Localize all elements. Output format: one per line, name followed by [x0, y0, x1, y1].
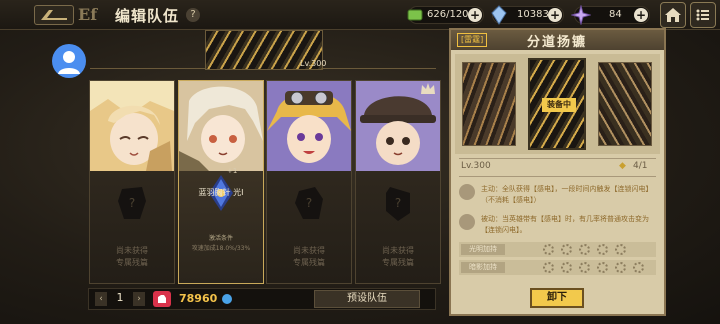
team-number: 1	[116, 291, 124, 304]
weapon-name: 分道扬镳	[527, 35, 588, 50]
effect-condition-value: 攻速加成18.0%/33%	[191, 245, 251, 252]
locked-equipment-icon: ?	[118, 187, 146, 219]
star-rank-icon: ◆	[619, 161, 626, 171]
menu-icon	[696, 9, 709, 21]
weapon-card-selected[interactable]: 装备中	[528, 58, 586, 150]
character-portrait	[267, 81, 351, 171]
weapon-level: Lv.300	[461, 161, 491, 171]
team-bar: ‹ 1 › 78960 预设队伍	[88, 288, 436, 310]
gear-icon	[579, 244, 590, 255]
gear-icon	[615, 262, 626, 273]
element-tag: [雷霆]	[457, 33, 488, 47]
equipment-slot-empty[interactable]: ? 尚未获得 专属残篇	[267, 171, 351, 283]
shadow-bonus-label: 暗影加持	[461, 262, 505, 273]
prev-team-button[interactable]: ‹	[95, 292, 107, 306]
active-skill-text: 主动：全队获得【感电】，一段时间内触发【连锁闪电】（不消耗【感电】）	[481, 185, 653, 204]
svg-text:?: ?	[129, 196, 135, 210]
slot-status-line1: 尚未获得	[116, 246, 148, 255]
equipment-name: 蓝羽胸针 光I	[198, 188, 244, 197]
weapon-card-option[interactable]	[598, 62, 652, 146]
effect-condition-label: 激活条件	[208, 235, 233, 242]
slot-status-line2: 专属残篇	[382, 258, 414, 267]
crystal-counter: 10383 +	[491, 5, 564, 25]
shadow-bonus-row: 暗影加持	[459, 260, 656, 275]
power-info-icon[interactable]	[222, 294, 232, 304]
weapon-card-carousel: 装备中	[455, 54, 660, 154]
top-bar: Ef 编辑队伍 ? 626/1200 + 10383 + 84 +	[0, 0, 720, 30]
back-button[interactable]	[34, 5, 74, 25]
svg-text:?: ?	[395, 196, 401, 210]
back-arrow-icon	[41, 10, 67, 20]
team-power-value: 78960	[179, 292, 218, 305]
add-star-crystal-button[interactable]: +	[634, 8, 648, 22]
equipment-enhance-level: +1	[227, 167, 238, 175]
gear-icon	[633, 262, 644, 273]
gear-icon	[597, 262, 608, 273]
star-crystal-icon	[571, 5, 591, 25]
add-stamina-button[interactable]: +	[468, 8, 482, 22]
light-bonus-row: 光明加持	[459, 242, 656, 257]
character-card-4[interactable]: ? 尚未获得 专属残篇	[355, 80, 441, 284]
character-card-2[interactable]: +1 蓝羽胸针 光I 激活条件 攻速加成18.0%/33%	[178, 80, 264, 284]
avatar[interactable]	[52, 44, 86, 78]
passive-skill-text: 被动：当英雄带有【感电】时，有几率将普通攻击变为【连锁闪电】。	[481, 215, 649, 234]
banner-level: Lv.300	[300, 59, 327, 68]
game-logo: Ef	[78, 5, 98, 24]
stamina-counter: 626/1200 +	[407, 6, 484, 24]
star-crystal-counter: 84 +	[571, 5, 650, 25]
preset-team-button[interactable]: 预设队伍	[314, 290, 420, 308]
equipment-slot-empty[interactable]: ? 尚未获得 专属残篇	[90, 171, 174, 283]
gear-icon	[561, 244, 572, 255]
character-portrait	[90, 81, 174, 171]
user-icon	[58, 51, 80, 74]
slot-status-line1: 尚未获得	[382, 246, 414, 255]
active-skill-icon	[459, 184, 475, 200]
help-icon[interactable]: ?	[186, 8, 200, 22]
star-rank-count: 4/1	[633, 161, 648, 171]
passive-skill-icon	[459, 214, 475, 230]
stamina-icon	[407, 9, 423, 21]
next-team-button[interactable]: ›	[133, 292, 145, 306]
unequip-button[interactable]: 卸下	[530, 288, 584, 308]
gear-icon	[543, 244, 554, 255]
equipment-slot-empty[interactable]: ? 尚未获得 专属残篇	[356, 171, 440, 283]
slot-status-line1: 尚未获得	[293, 246, 325, 255]
home-icon	[665, 8, 681, 22]
star-crystal-value: 84	[609, 9, 622, 20]
weapon-detail-panel: [雷霆] 分道扬镳 装备中 Lv.300 ◆ 4/1 主动：全队获得【感电】，一…	[449, 28, 666, 316]
gear-icon	[597, 244, 608, 255]
page-title: 编辑队伍	[115, 7, 180, 25]
divider	[459, 176, 656, 177]
light-bonus-label: 光明加持	[461, 244, 505, 255]
locked-equipment-icon: ?	[386, 187, 410, 221]
add-crystal-button[interactable]: +	[548, 8, 562, 22]
svg-text:?: ?	[306, 196, 312, 210]
gear-icon	[579, 262, 590, 273]
character-portrait	[179, 81, 263, 171]
character-card-1[interactable]: ? 尚未获得 专属残篇	[89, 80, 175, 284]
character-card-3[interactable]: ? 尚未获得 专属残篇	[266, 80, 352, 284]
crystal-value: 10383	[517, 9, 549, 20]
home-button[interactable]	[660, 2, 686, 28]
gear-icon	[615, 244, 626, 255]
menu-button[interactable]	[690, 2, 716, 28]
locked-equipment-icon: ?	[295, 187, 323, 219]
equipped-badge: 装备中	[542, 98, 576, 112]
gear-icon	[561, 262, 572, 273]
slot-status-line2: 专属残篇	[116, 258, 148, 267]
divider	[459, 158, 656, 159]
gear-icon	[543, 262, 554, 273]
slot-status-line2: 专属残篇	[293, 258, 325, 267]
crown-icon	[421, 83, 435, 94]
panel-header: [雷霆] 分道扬镳	[451, 30, 664, 50]
power-icon	[153, 291, 171, 307]
weapon-card-option[interactable]	[462, 62, 516, 146]
crystal-icon	[491, 5, 507, 25]
